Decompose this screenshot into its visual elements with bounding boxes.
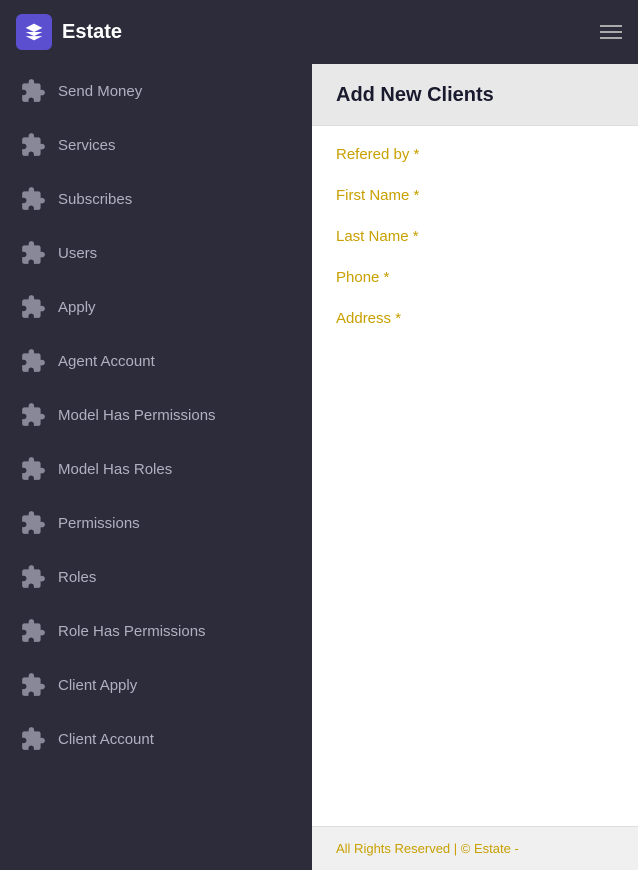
- sidebar-label-client-account: Client Account: [58, 731, 154, 748]
- form-field-phone: Phone *: [336, 269, 614, 286]
- sidebar-label-subscribes: Subscribes: [58, 191, 132, 208]
- sidebar-label-users: Users: [58, 245, 97, 262]
- content-header: Add New Clients: [312, 64, 638, 126]
- form-label-first-name: First Name *: [336, 187, 614, 204]
- sidebar-item-send-money[interactable]: Send Money: [0, 64, 312, 118]
- top-nav: Estate: [0, 0, 638, 64]
- puzzle-icon-model-has-permissions: [20, 402, 46, 428]
- puzzle-icon-permissions: [20, 510, 46, 536]
- sidebar-label-client-apply: Client Apply: [58, 677, 137, 694]
- hamburger-menu[interactable]: [600, 25, 622, 39]
- sidebar-label-roles: Roles: [58, 569, 96, 586]
- form-label-refered-by: Refered by *: [336, 146, 614, 163]
- form-field-refered-by: Refered by *: [336, 146, 614, 163]
- form-label-last-name: Last Name *: [336, 228, 614, 245]
- form-field-first-name: First Name *: [336, 187, 614, 204]
- sidebar: Send Money Services Subscribes Users App…: [0, 64, 312, 870]
- puzzle-icon-apply: [20, 294, 46, 320]
- puzzle-icon-client-apply: [20, 672, 46, 698]
- sidebar-label-services: Services: [58, 137, 116, 154]
- sidebar-item-role-has-permissions[interactable]: Role Has Permissions: [0, 604, 312, 658]
- sidebar-label-role-has-permissions: Role Has Permissions: [58, 623, 206, 640]
- page-title: Add New Clients: [336, 84, 614, 107]
- puzzle-icon-client-account: [20, 726, 46, 752]
- puzzle-icon-agent-account: [20, 348, 46, 374]
- logo-icon: [16, 14, 52, 50]
- puzzle-icon-users: [20, 240, 46, 266]
- puzzle-icon-role-has-permissions: [20, 618, 46, 644]
- sidebar-label-permissions: Permissions: [58, 515, 140, 532]
- sidebar-item-client-apply[interactable]: Client Apply: [0, 658, 312, 712]
- form-field-last-name: Last Name *: [336, 228, 614, 245]
- form-label-address: Address *: [336, 310, 614, 327]
- sidebar-item-roles[interactable]: Roles: [0, 550, 312, 604]
- sidebar-item-client-account[interactable]: Client Account: [0, 712, 312, 766]
- sidebar-item-model-has-roles[interactable]: Model Has Roles: [0, 442, 312, 496]
- app-title: Estate: [62, 21, 122, 44]
- sidebar-item-subscribes[interactable]: Subscribes: [0, 172, 312, 226]
- puzzle-icon-model-has-roles: [20, 456, 46, 482]
- form-field-address: Address *: [336, 310, 614, 327]
- sidebar-item-services[interactable]: Services: [0, 118, 312, 172]
- sidebar-item-agent-account[interactable]: Agent Account: [0, 334, 312, 388]
- sidebar-item-permissions[interactable]: Permissions: [0, 496, 312, 550]
- content-area: Add New Clients Refered by * First Name *…: [312, 64, 638, 870]
- sidebar-label-model-has-roles: Model Has Roles: [58, 461, 172, 478]
- form-area: Refered by * First Name * Last Name * Phone…: [312, 126, 638, 826]
- logo-area: Estate: [16, 14, 122, 50]
- sidebar-item-model-has-permissions[interactable]: Model Has Permissions: [0, 388, 312, 442]
- puzzle-icon-services: [20, 132, 46, 158]
- sidebar-label-agent-account: Agent Account: [58, 353, 155, 370]
- sidebar-label-send-money: Send Money: [58, 83, 142, 100]
- sidebar-label-model-has-permissions: Model Has Permissions: [58, 407, 216, 424]
- sidebar-item-users[interactable]: Users: [0, 226, 312, 280]
- sidebar-item-apply[interactable]: Apply: [0, 280, 312, 334]
- sidebar-label-apply: Apply: [58, 299, 96, 316]
- footer: All Rights Reserved | © Estate -: [312, 826, 638, 870]
- puzzle-icon-roles: [20, 564, 46, 590]
- form-label-phone: Phone *: [336, 269, 614, 286]
- main-layout: Send Money Services Subscribes Users App…: [0, 64, 638, 870]
- puzzle-icon-send-money: [20, 78, 46, 104]
- puzzle-icon-subscribes: [20, 186, 46, 212]
- footer-text: All Rights Reserved | © Estate -: [336, 841, 519, 856]
